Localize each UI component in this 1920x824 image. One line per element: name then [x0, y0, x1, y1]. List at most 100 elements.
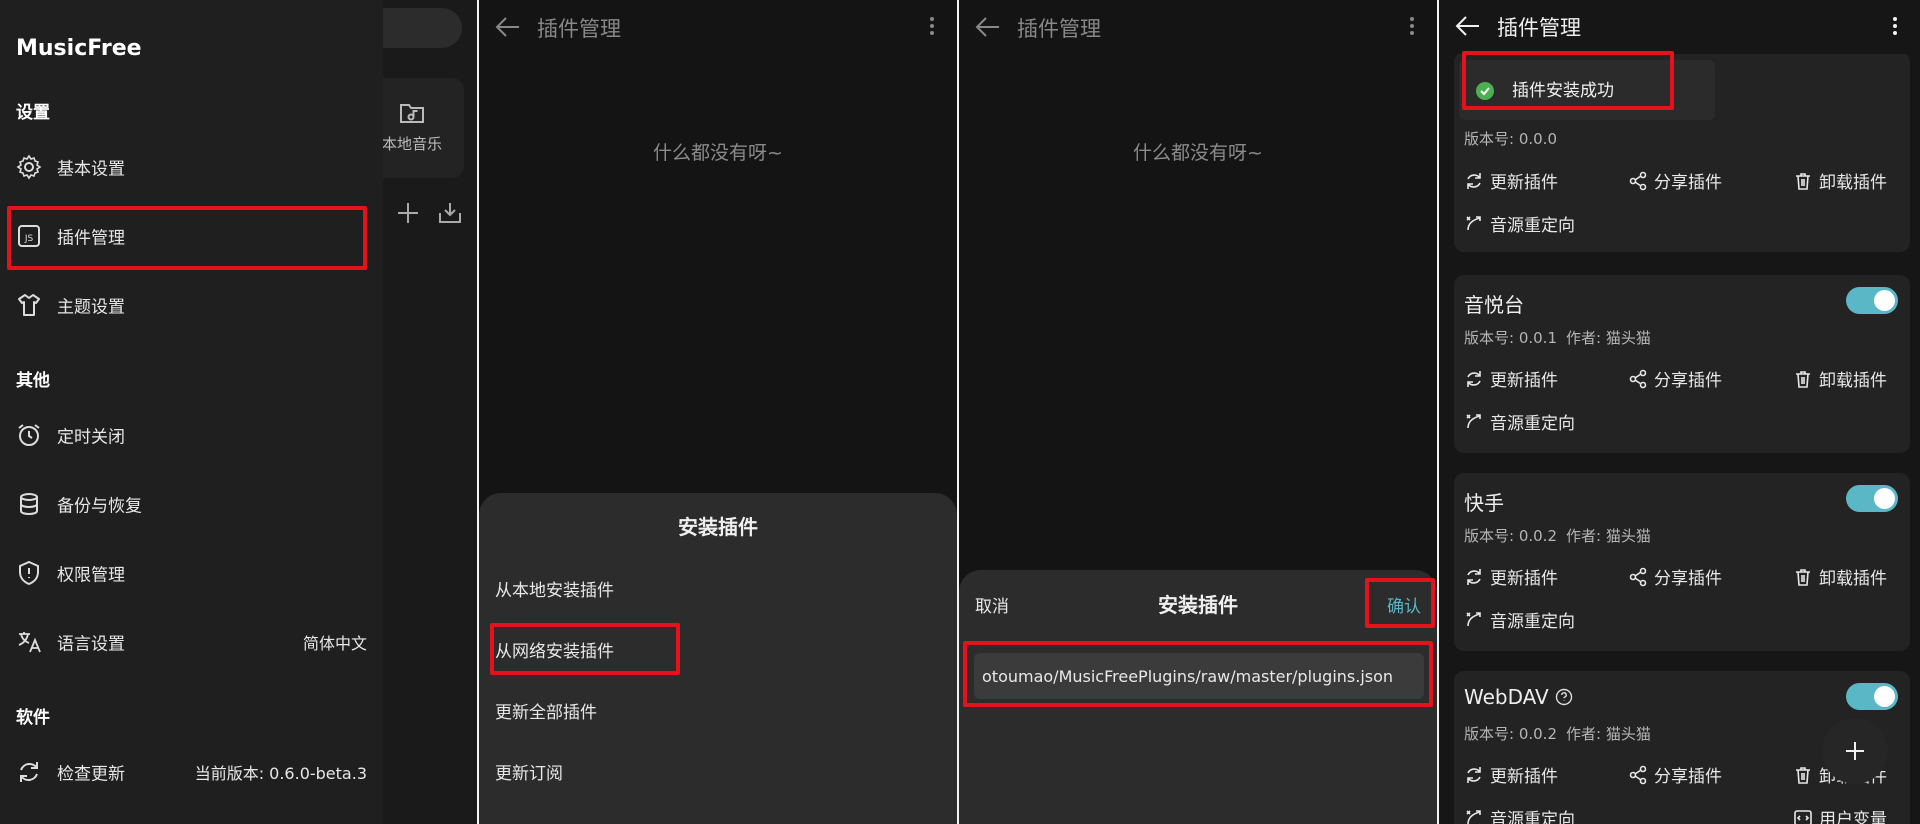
app-bar: 插件管理 — [959, 0, 1437, 54]
uninstall-label: 卸载插件 — [1819, 371, 1887, 391]
plugin-toggle[interactable] — [1846, 485, 1898, 512]
page-title: 插件管理 — [1017, 17, 1101, 41]
redirect-icon — [1466, 413, 1481, 428]
uninstall-plugin-button[interactable]: 卸载插件 — [1793, 168, 1887, 193]
share-plugin-button[interactable]: 分享插件 — [1628, 168, 1722, 193]
highlight-box — [1462, 51, 1674, 110]
share-plugin-button[interactable]: 分享插件 — [1628, 366, 1722, 391]
trash-icon — [1796, 568, 1810, 586]
update-plugin-button[interactable]: 更新插件 — [1464, 762, 1558, 787]
more-vert-icon[interactable] — [1409, 16, 1415, 36]
redirect-icon — [1466, 611, 1481, 626]
trash-icon — [1796, 370, 1810, 388]
update-label: 更新插件 — [1490, 371, 1558, 391]
share-plugin-button[interactable]: 分享插件 — [1628, 762, 1722, 787]
uninstall-plugin-button[interactable]: 卸载插件 — [1793, 366, 1887, 391]
back-arrow-icon[interactable] — [1455, 14, 1481, 38]
more-vert-icon[interactable] — [929, 16, 935, 36]
refresh-icon — [1467, 568, 1481, 585]
section-settings: 设置 — [16, 103, 50, 123]
plugin-card: 快手 版本号: 0.0.2 作者: 猫头猫 更新插件 分享插件 卸载插件 音源重… — [1454, 473, 1910, 651]
page-title: 插件管理 — [537, 17, 621, 41]
uninstall-label: 卸载插件 — [1819, 569, 1887, 589]
drawer-item-label: 权限管理 — [57, 565, 125, 586]
option-update-all[interactable]: 更新全部插件 — [495, 698, 597, 723]
highlight-box — [963, 641, 1433, 707]
help-circle-icon[interactable] — [1555, 688, 1573, 706]
drawer-item-theme[interactable]: 主题设置 — [0, 275, 383, 335]
plugin-name-row: WebDAV — [1464, 685, 1573, 709]
more-vert-icon[interactable] — [1892, 16, 1898, 36]
drawer-item-permission[interactable]: 权限管理 — [0, 543, 383, 603]
plugin-name: 快手 — [1464, 491, 1504, 515]
app-bar: 插件管理 — [1439, 0, 1920, 54]
option-update-subscription[interactable]: 更新订阅 — [495, 759, 563, 784]
drawer-item-label: 备份与恢复 — [57, 496, 142, 517]
highlight-box — [1365, 578, 1435, 628]
alarm-clock-icon — [16, 422, 42, 448]
back-arrow-icon[interactable] — [495, 15, 521, 39]
drawer-item-label: 检查更新 — [57, 764, 125, 785]
add-icon[interactable] — [395, 200, 421, 226]
update-plugin-button[interactable]: 更新插件 — [1464, 366, 1558, 391]
plugin-toggle[interactable] — [1846, 683, 1898, 710]
refresh-icon — [1467, 370, 1481, 387]
drawer-item-label: 语言设置 — [57, 634, 125, 655]
update-label: 更新插件 — [1490, 767, 1558, 787]
plugin-toggle[interactable] — [1846, 287, 1898, 314]
refresh-icon — [16, 759, 42, 785]
language-value: 简体中文 — [302, 634, 367, 653]
panel-plugin-list: 插件管理 版本号: 0.0.0 更新插件 分享插件 卸载插件 音源重定向 插件安… — [1439, 0, 1920, 824]
uninstall-plugin-button[interactable]: 卸载插件 — [1793, 564, 1887, 589]
drawer-item-basic-settings[interactable]: 基本设置 — [0, 137, 383, 197]
empty-text: 什么都没有呀~ — [1133, 142, 1263, 164]
import-icon[interactable] — [437, 200, 463, 226]
plugin-author: 作者: 猫头猫 — [1566, 725, 1651, 743]
refresh-icon — [1467, 172, 1481, 189]
add-plugin-fab[interactable] — [1822, 718, 1888, 784]
plugin-card: 音悦台 版本号: 0.0.1 作者: 猫头猫 更新插件 分享插件 卸载插件 音源… — [1454, 275, 1910, 453]
code-box-icon — [1794, 809, 1812, 824]
share-label: 分享插件 — [1654, 767, 1722, 787]
share-icon — [1629, 765, 1647, 784]
section-other: 其他 — [16, 371, 50, 391]
user-variables-button[interactable]: 用户变量 — [1793, 805, 1887, 824]
drawer-item-language[interactable]: 语言设置 简体中文 — [0, 612, 383, 672]
highlight-box — [7, 206, 367, 270]
redirect-label: 音源重定向 — [1490, 216, 1575, 236]
shield-icon — [16, 560, 42, 586]
drawer-item-label: 主题设置 — [57, 297, 125, 318]
panel-drawer: 本地音乐 MusicFree 设置 基本设置 JS 插件管理 主题设置 其他 定… — [0, 0, 477, 824]
drawer-item-check-update[interactable]: 检查更新 当前版本: 0.6.0-beta.3 — [0, 742, 383, 802]
trash-icon — [1796, 766, 1810, 784]
back-arrow-icon[interactable] — [975, 15, 1001, 39]
plugin-author: 作者: 猫头猫 — [1566, 329, 1651, 347]
share-label: 分享插件 — [1654, 569, 1722, 589]
drawer-item-label: 基本设置 — [57, 159, 125, 180]
update-plugin-button[interactable]: 更新插件 — [1464, 168, 1558, 193]
tshirt-icon — [16, 292, 42, 318]
redirect-source-button[interactable]: 音源重定向 — [1464, 409, 1575, 434]
drawer-item-timer[interactable]: 定时关闭 — [0, 405, 383, 465]
share-label: 分享插件 — [1654, 173, 1722, 193]
version-value: 当前版本: 0.6.0-beta.3 — [194, 764, 367, 783]
option-install-local[interactable]: 从本地安装插件 — [495, 576, 614, 601]
share-icon — [1629, 567, 1647, 586]
user-var-label: 用户变量 — [1819, 810, 1887, 824]
redirect-source-button[interactable]: 音源重定向 — [1464, 805, 1575, 824]
input-dialog: 取消 安装插件 确认 otoumao/MusicFreePlugins/raw/… — [959, 570, 1437, 824]
redirect-source-button[interactable]: 音源重定向 — [1464, 211, 1575, 236]
panel-install-sheet: 插件管理 什么都没有呀~ 安装插件 从本地安装插件 从网络安装插件 更新全部插件… — [479, 0, 957, 824]
database-icon — [16, 491, 42, 517]
redirect-source-button[interactable]: 音源重定向 — [1464, 607, 1575, 632]
page-title: 插件管理 — [1497, 16, 1581, 40]
share-plugin-button[interactable]: 分享插件 — [1628, 564, 1722, 589]
update-plugin-button[interactable]: 更新插件 — [1464, 564, 1558, 589]
app-bar: 插件管理 — [479, 0, 957, 54]
share-icon — [1629, 171, 1647, 190]
gear-icon — [16, 154, 42, 180]
panel-install-dialog: 插件管理 什么都没有呀~ 取消 安装插件 确认 otoumao/MusicFre… — [959, 0, 1437, 824]
drawer-item-backup[interactable]: 备份与恢复 — [0, 474, 383, 534]
highlight-box — [490, 623, 680, 675]
plus-icon — [1843, 739, 1867, 763]
